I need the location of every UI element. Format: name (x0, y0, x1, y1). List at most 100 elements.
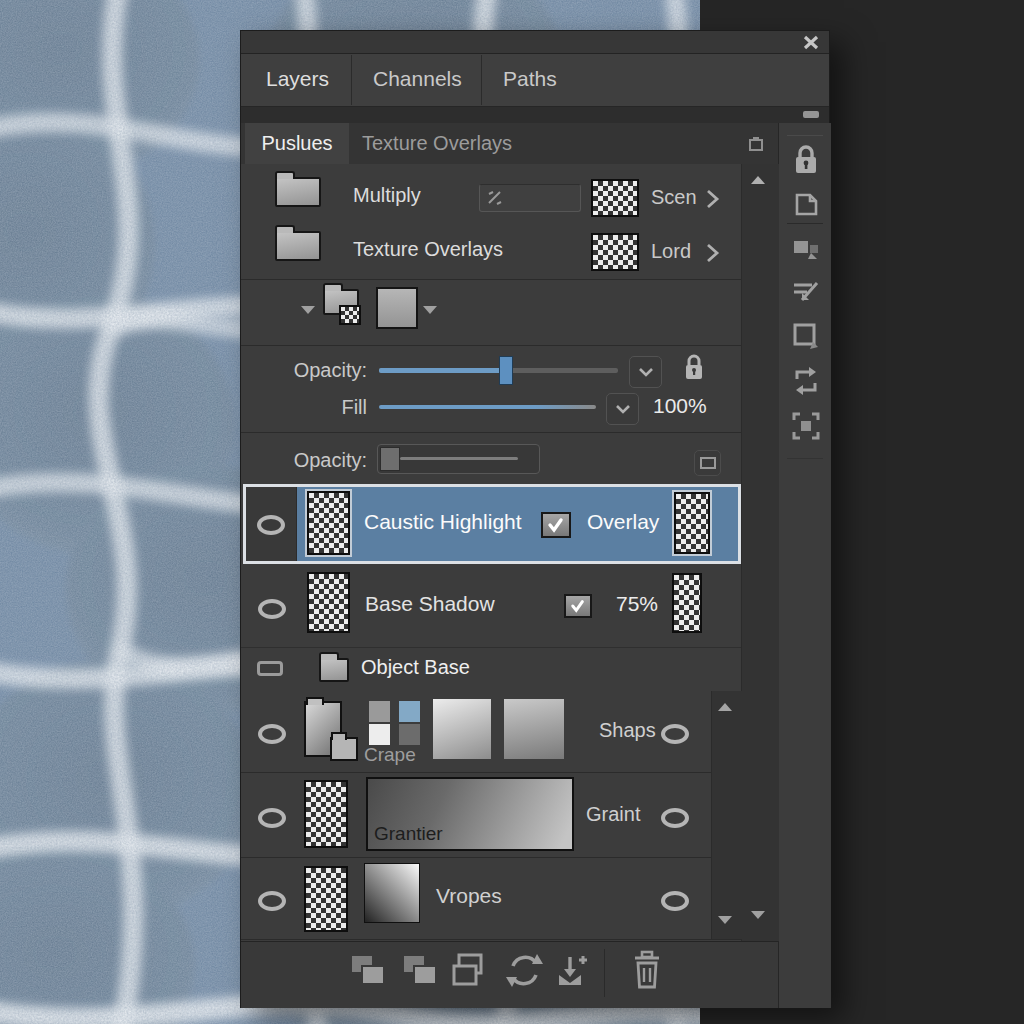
chevron-right-icon[interactable] (705, 188, 720, 210)
folder-icon[interactable] (275, 231, 321, 261)
layer-thumbnail[interactable] (304, 866, 348, 932)
swatch[interactable] (369, 701, 390, 722)
layer-row[interactable]: Base Shadow 75% (241, 566, 741, 648)
layer-mask-thumbnail[interactable] (674, 492, 710, 554)
gradient-thumb[interactable] (364, 863, 420, 923)
gradient-bar-thumb[interactable]: Grantier (366, 777, 574, 851)
layer-row[interactable]: Crape Shaps (241, 691, 711, 772)
eye-icon[interactable] (258, 891, 286, 911)
opacity2-button[interactable] (694, 450, 721, 476)
layer-checkbox[interactable] (541, 512, 571, 538)
layer-row-selected[interactable]: Caustic Highlight Overlay (243, 484, 741, 564)
scroll-down-icon[interactable] (751, 911, 765, 919)
minimize-icon[interactable] (803, 111, 819, 118)
sublist-scroll-up-icon[interactable] (718, 703, 732, 711)
eye-icon[interactable] (661, 891, 689, 911)
dropdown-arrow-icon[interactable] (423, 306, 437, 314)
visibility-box-icon[interactable] (257, 661, 283, 676)
duplicate-layer-icon[interactable] (401, 953, 439, 989)
layer-name[interactable]: Caustic Highlight (364, 510, 522, 534)
gradient-thumb[interactable] (504, 699, 564, 759)
layer-blend-mode[interactable]: Overlay (587, 510, 659, 534)
swatch[interactable] (399, 724, 420, 745)
sublist-scrollbar[interactable] (711, 691, 742, 939)
panel-scrollbar[interactable] (741, 164, 779, 941)
trash-icon[interactable] (629, 949, 665, 993)
tab-paths[interactable]: Paths (503, 67, 557, 91)
visibility-cell[interactable] (246, 487, 297, 561)
opacity-dropdown-button[interactable] (629, 356, 662, 388)
tab-separator (481, 55, 482, 105)
eye-icon[interactable] (258, 808, 286, 828)
clip-group-icon[interactable] (304, 697, 362, 765)
refresh-icon[interactable] (504, 951, 546, 991)
group-row[interactable]: Object Base (241, 648, 741, 692)
layer-mask-thumbnail[interactable] (672, 573, 702, 633)
fill-value: 100% (653, 394, 707, 418)
layer-tag: Graint (586, 803, 640, 826)
layer-name[interactable]: Base Shadow (365, 592, 495, 616)
blend-glyph-icon (486, 189, 504, 207)
layers-panel: Layers Channels Paths Puslues Texture Ov… (240, 30, 830, 1008)
side-toolbar-divider (787, 135, 823, 136)
group-tag: Lord (651, 240, 691, 263)
panel-titlebar[interactable] (241, 31, 829, 54)
layer-thumbnail[interactable] (304, 780, 348, 848)
fill-slider[interactable] (379, 405, 596, 409)
doc-tab-active[interactable]: Puslues (245, 123, 349, 164)
group-name[interactable]: Multiply (353, 184, 421, 207)
doc-tab-inactive[interactable]: Texture Overlays (349, 123, 525, 164)
expand-arrow-icon[interactable] (301, 306, 315, 314)
close-icon[interactable] (801, 34, 821, 51)
opacity-slider-handle[interactable] (499, 356, 513, 385)
lock-tool-icon[interactable] (790, 143, 822, 176)
group-thumbnail[interactable] (591, 233, 639, 271)
layer-row[interactable]: Grantier Graint (241, 773, 711, 857)
eye-icon[interactable] (257, 515, 285, 535)
layer-thumbnail[interactable] (307, 572, 350, 633)
import-layer-icon[interactable] (554, 949, 596, 991)
layer-name[interactable]: Vropes (436, 884, 502, 908)
eye-icon[interactable] (661, 808, 689, 828)
chevron-right-icon[interactable] (705, 242, 720, 264)
fill-label: Fill (271, 396, 367, 419)
copy-layer-icon[interactable] (451, 951, 491, 991)
sublist-scroll-down-icon[interactable] (718, 916, 732, 924)
group-name[interactable]: Texture Overlays (353, 238, 503, 261)
rect-glyph (700, 457, 716, 469)
fill-dropdown-button[interactable] (606, 393, 639, 425)
layer-checkbox[interactable] (564, 594, 592, 618)
eye-icon[interactable] (661, 724, 689, 744)
crop-tool-icon[interactable] (790, 321, 822, 353)
divider (241, 939, 741, 940)
folder-icon[interactable] (275, 177, 321, 207)
gradient-thumb[interactable] (433, 699, 491, 759)
scroll-up-icon[interactable] (751, 176, 765, 184)
opacity2-handle[interactable] (380, 447, 400, 471)
group-name[interactable]: Object Base (361, 656, 470, 679)
opacity2-slider[interactable] (377, 444, 540, 474)
swatch[interactable] (399, 701, 420, 722)
swatch-square[interactable] (376, 287, 418, 329)
divider (241, 279, 741, 280)
blend-input[interactable] (479, 184, 581, 212)
tab-channels[interactable]: Channels (373, 67, 462, 91)
group-thumbnail[interactable] (591, 179, 639, 217)
group-tool-icon[interactable] (790, 233, 822, 265)
tab-layers[interactable]: Layers (266, 67, 329, 91)
transform-tool-icon[interactable] (790, 365, 822, 397)
swatch[interactable] (369, 724, 390, 745)
mini-checker-thumb[interactable] (339, 305, 361, 325)
focus-tool-icon[interactable] (790, 410, 822, 442)
eye-icon[interactable] (258, 724, 286, 744)
duplicate-layer-icon[interactable] (349, 953, 387, 989)
layer-row[interactable]: Vropes (241, 858, 711, 939)
layer-thumbnail[interactable] (307, 491, 350, 555)
eye-icon[interactable] (258, 599, 286, 619)
layer-name[interactable]: Crape (364, 744, 416, 766)
panel-menu-icon[interactable] (747, 135, 765, 153)
lock-icon[interactable] (682, 352, 706, 383)
opacity-slider-fill (379, 368, 501, 373)
paste-tool-icon[interactable] (790, 187, 822, 219)
edit-lines-tool-icon[interactable] (790, 277, 822, 309)
